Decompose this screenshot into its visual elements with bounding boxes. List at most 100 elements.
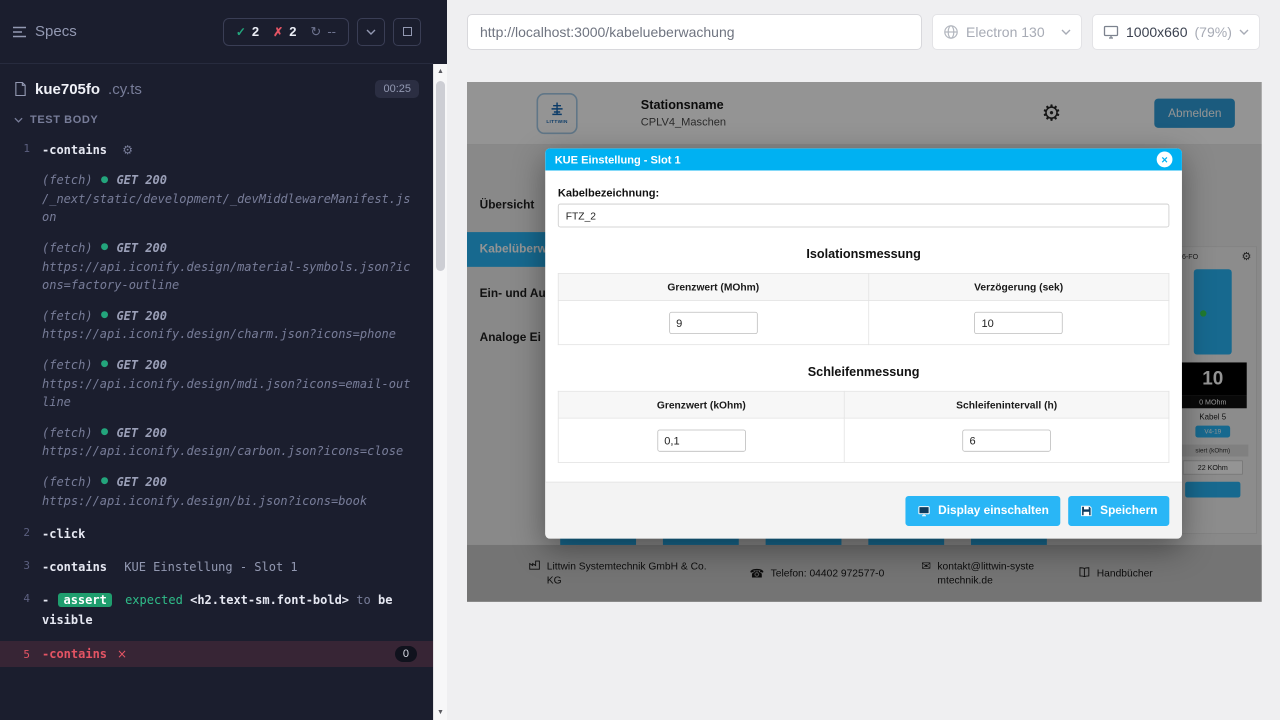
modal-close-button[interactable]: × [1157, 152, 1173, 168]
spec-extension: .cy.ts [108, 81, 142, 98]
chevron-down-icon [366, 29, 376, 35]
command-number: 1 [0, 141, 42, 155]
loop-intervall-input[interactable] [962, 429, 1050, 451]
fetch-log-entry[interactable]: (fetch) ● GET 200 https://api.iconify.de… [42, 356, 417, 412]
monitor-icon [918, 504, 931, 517]
command-row[interactable]: 1 -contains ⚙ [0, 138, 433, 163]
viewport-zoom: (79%) [1195, 24, 1232, 40]
scroll-up-arrow-icon[interactable]: ▲ [434, 64, 447, 79]
status-dot-icon: ● [101, 241, 109, 255]
command-name: -contains [42, 143, 107, 157]
chevron-down-icon [1061, 29, 1071, 35]
display-on-button[interactable]: Display einschalten [906, 496, 1061, 526]
loop-table: Grenzwert (kOhm) Schleifenintervall (h) [558, 391, 1169, 463]
cypress-reporter: Specs ✓ 2 ✗ 2 ↻ -- [0, 0, 447, 720]
runner-main: Electron 130 1000x660 (79%) LITTWIN Stat… [447, 0, 1280, 720]
aut-frame: LITTWIN Stationsname CPLV4_Maschen ⚙ Abm… [467, 82, 1262, 602]
command-row[interactable]: 3 -contains KUE Einstellung - Slot 1 [0, 555, 433, 580]
command-message: KUE Einstellung - Slot 1 [124, 560, 297, 574]
command-number: 2 [0, 525, 42, 539]
command-number: 4 [0, 591, 42, 605]
stat-pending: ↻ -- [310, 24, 336, 40]
gear-icon: ⚙ [122, 143, 133, 157]
fetch-prefix: (fetch) [42, 473, 93, 492]
isolation-verzoegerung-input[interactable] [974, 311, 1062, 333]
status-dot-icon: ● [101, 426, 109, 440]
fetch-prefix: (fetch) [42, 356, 93, 375]
fetch-status: GET 200 [116, 473, 167, 492]
command-name: -contains [42, 647, 107, 661]
stop-icon [403, 27, 412, 36]
isolation-table: Grenzwert (MOhm) Verzögerung (sek) [558, 273, 1169, 345]
loop-grenzwert-input[interactable] [657, 429, 745, 451]
assert-badge: assert [58, 593, 111, 607]
assert-element: <h2.text-sm.font-bold> [190, 593, 349, 607]
close-icon: × [1161, 154, 1167, 165]
test-stats: ✓ 2 ✗ 2 ↻ -- [223, 18, 349, 46]
fetch-log-entry[interactable]: (fetch) ● GET 200 https://api.iconify.de… [42, 239, 417, 295]
failed-cross-icon: ✗ [273, 25, 283, 39]
fetch-prefix: (fetch) [42, 307, 93, 326]
cable-name-input[interactable] [558, 204, 1169, 228]
url-bar[interactable] [467, 14, 922, 50]
loop-col-grenzwert: Grenzwert (kOhm) [558, 391, 844, 418]
command-name: -contains [42, 560, 107, 574]
modal-header: KUE Einstellung - Slot 1 × [545, 148, 1182, 170]
command-row-failed[interactable]: 5 -contains × 0 [0, 641, 433, 667]
fetch-prefix: (fetch) [42, 171, 93, 190]
browser-toolbar: Electron 130 1000x660 (79%) [447, 0, 1280, 64]
fetch-url: https://api.iconify.design/material-symb… [42, 258, 417, 295]
fail-cross-icon: × [117, 647, 127, 661]
fetch-status: GET 200 [116, 424, 167, 443]
fetch-status: GET 200 [116, 171, 167, 190]
specs-list-icon [12, 26, 27, 38]
test-body-label: TEST BODY [30, 114, 98, 126]
specs-menu-button[interactable]: Specs [12, 23, 77, 40]
fetch-log-entry[interactable]: (fetch) ● GET 200 https://api.iconify.de… [42, 424, 417, 461]
command-row[interactable]: 2 -click [0, 522, 433, 547]
collapse-reporter-button[interactable] [357, 18, 385, 46]
save-button[interactable]: Speichern [1069, 496, 1170, 526]
modal-body: Kabelbezeichnung: Isolationsmessung Gren… [545, 170, 1182, 481]
spec-header[interactable]: kue705fo .cy.ts 00:25 [0, 64, 433, 106]
specs-label: Specs [35, 23, 77, 40]
loop-col-intervall: Schleifenintervall (h) [844, 391, 1168, 418]
modal-footer: Display einschalten Speichern [545, 482, 1182, 539]
command-name: -click [42, 527, 85, 541]
spec-name: kue705fo [35, 81, 100, 98]
reporter-scrollbar[interactable]: ▲ ▼ [433, 64, 447, 720]
scrollbar-thumb[interactable] [436, 81, 445, 271]
viewport-size-selector[interactable]: 1000x660 (79%) [1092, 14, 1260, 50]
browser-globe-icon [943, 24, 959, 40]
isolation-col-verzoegerung: Verzögerung (sek) [868, 274, 1169, 301]
scroll-down-arrow-icon[interactable]: ▼ [434, 705, 447, 720]
command-number: 5 [0, 647, 42, 661]
viewport-size: 1000x660 [1126, 24, 1188, 40]
browser-selector[interactable]: Electron 130 [932, 14, 1082, 50]
assert-to: to [356, 593, 370, 607]
pending-count: -- [327, 24, 336, 39]
test-body-toggle[interactable]: TEST BODY [0, 106, 433, 138]
fetch-status: GET 200 [116, 307, 167, 326]
fetch-url: https://api.iconify.design/bi.json?icons… [42, 492, 417, 511]
status-dot-icon: ● [101, 174, 109, 188]
fetch-log-entry[interactable]: (fetch) ● GET 200 https://api.iconify.de… [42, 473, 417, 510]
match-count-badge: 0 [395, 646, 417, 662]
modal-title: KUE Einstellung - Slot 1 [555, 153, 681, 166]
kabelueberwachung-app: LITTWIN Stationsname CPLV4_Maschen ⚙ Abm… [467, 82, 1262, 602]
fetch-url: https://api.iconify.design/mdi.json?icon… [42, 375, 417, 412]
cable-name-label: Kabelbezeichnung: [558, 186, 1169, 199]
fetch-log-entry[interactable]: (fetch) ● GET 200 /_next/static/developm… [42, 171, 417, 227]
loop-section-title: Schleifenmessung [558, 366, 1169, 380]
fetch-prefix: (fetch) [42, 239, 93, 258]
fetch-status: GET 200 [116, 356, 167, 375]
monitor-icon [1103, 24, 1119, 40]
assert-dash: - [42, 593, 49, 607]
spec-duration-badge: 00:25 [375, 80, 419, 98]
fetch-log-entry[interactable]: (fetch) ● GET 200 https://api.iconify.de… [42, 307, 417, 344]
command-row-assert[interactable]: 4 - assert expected <h2.text-sm.font-bol… [0, 588, 433, 632]
isolation-grenzwert-input[interactable] [669, 311, 757, 333]
isolation-col-grenzwert: Grenzwert (MOhm) [558, 274, 868, 301]
stop-tests-button[interactable] [393, 18, 421, 46]
status-dot-icon: ● [101, 309, 109, 323]
